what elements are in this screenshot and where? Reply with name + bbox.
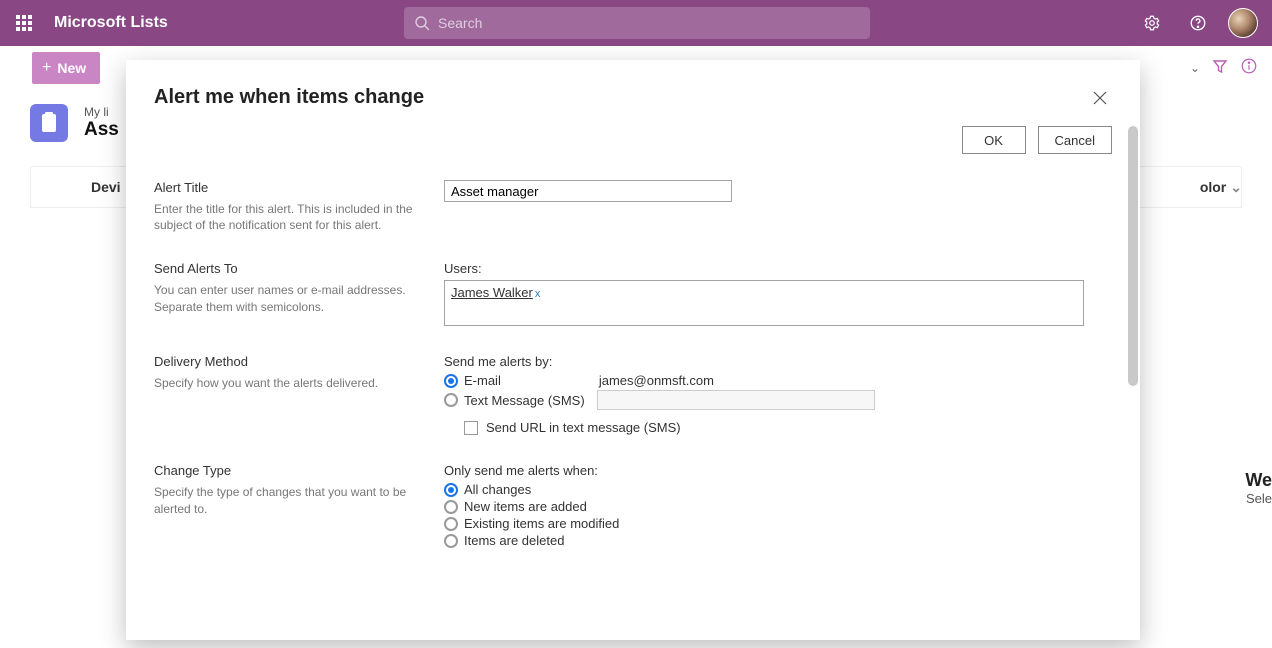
users-input[interactable]: James Walkerx xyxy=(444,280,1084,326)
chevron-down-icon[interactable]: ⌄ xyxy=(1190,61,1200,75)
radio-new-items-label: New items are added xyxy=(464,499,587,514)
help-icon[interactable] xyxy=(1182,7,1214,39)
details-pane-title: We xyxy=(1245,470,1272,491)
section-desc-delivery: Specify how you want the alerts delivere… xyxy=(154,375,420,391)
radio-modified[interactable] xyxy=(444,517,458,531)
radio-all-changes-label: All changes xyxy=(464,482,531,497)
radio-deleted[interactable] xyxy=(444,534,458,548)
new-button[interactable]: + New xyxy=(32,52,100,84)
radio-deleted-label: Items are deleted xyxy=(464,533,564,548)
section-title-delivery: Delivery Method xyxy=(154,354,420,369)
settings-icon[interactable] xyxy=(1136,7,1168,39)
radio-new-items[interactable] xyxy=(444,500,458,514)
details-pane-subtitle: Sele xyxy=(1245,491,1272,506)
chevron-down-icon[interactable]: ⌄ xyxy=(1230,179,1242,196)
info-icon[interactable] xyxy=(1240,57,1258,80)
app-launcher-icon[interactable] xyxy=(0,0,48,46)
section-title-alert: Alert Title xyxy=(154,180,420,195)
details-pane: We Sele xyxy=(1245,470,1272,506)
checkbox-send-url-label: Send URL in text message (SMS) xyxy=(486,420,681,435)
alert-modal: Alert me when items change OK Cancel Ale… xyxy=(126,60,1140,640)
new-button-label: New xyxy=(57,60,86,76)
brand-title: Microsoft Lists xyxy=(48,14,168,32)
radio-modified-label: Existing items are modified xyxy=(464,516,619,531)
search-input[interactable]: Search xyxy=(404,7,870,39)
radio-sms[interactable] xyxy=(444,393,458,407)
section-title-sendto: Send Alerts To xyxy=(154,261,420,276)
close-icon[interactable] xyxy=(1088,86,1112,110)
alert-title-input[interactable] xyxy=(444,180,732,202)
ok-button[interactable]: OK xyxy=(962,126,1026,154)
breadcrumb[interactable]: My li xyxy=(84,105,119,119)
user-chip[interactable]: James Walker xyxy=(451,285,533,300)
changetype-legend: Only send me alerts when: xyxy=(444,463,1112,478)
checkbox-send-url[interactable] xyxy=(464,421,478,435)
search-placeholder: Search xyxy=(438,15,482,31)
cancel-button[interactable]: Cancel xyxy=(1038,126,1112,154)
search-icon xyxy=(414,15,430,31)
radio-all-changes[interactable] xyxy=(444,483,458,497)
delivery-legend: Send me alerts by: xyxy=(444,354,1112,369)
users-label: Users: xyxy=(444,261,1112,276)
filter-icon[interactable] xyxy=(1212,58,1228,79)
scrollbar[interactable] xyxy=(1128,126,1138,386)
section-desc-sendto: You can enter user names or e-mail addre… xyxy=(154,282,420,314)
radio-email[interactable] xyxy=(444,374,458,388)
section-desc-alert: Enter the title for this alert. This is … xyxy=(154,201,420,233)
column-header-device[interactable]: Devi xyxy=(91,179,121,195)
list-title: Ass xyxy=(84,119,119,141)
avatar[interactable] xyxy=(1228,8,1258,38)
sms-number-input[interactable] xyxy=(597,390,875,410)
plus-icon: + xyxy=(42,59,51,77)
modal-title: Alert me when items change xyxy=(154,86,424,109)
suite-bar: Microsoft Lists Search xyxy=(0,0,1272,46)
list-icon xyxy=(30,104,68,142)
section-desc-changetype: Specify the type of changes that you wan… xyxy=(154,484,420,516)
radio-sms-label: Text Message (SMS) xyxy=(464,393,585,408)
email-address: james@onmsft.com xyxy=(599,373,714,388)
column-header-color[interactable]: olor xyxy=(1200,179,1226,195)
remove-user-icon[interactable]: x xyxy=(535,288,541,300)
radio-email-label: E-mail xyxy=(464,373,501,388)
section-title-changetype: Change Type xyxy=(154,463,420,478)
